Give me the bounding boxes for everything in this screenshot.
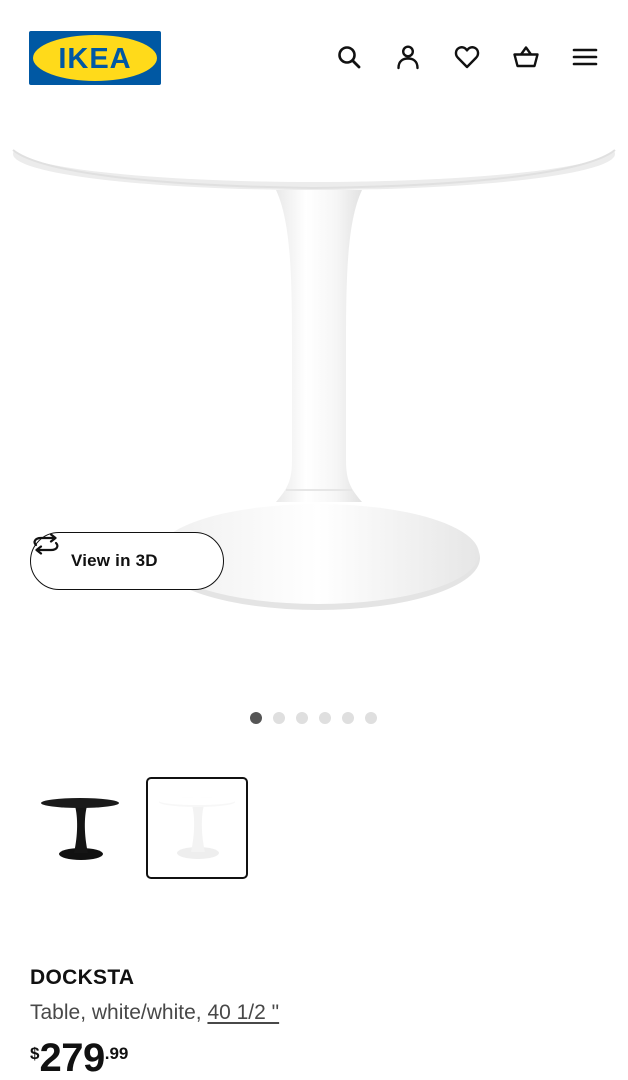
- carousel-dot[interactable]: [273, 712, 285, 724]
- view-in-3d-button[interactable]: View in 3D: [30, 532, 224, 590]
- logo-text: IKEA: [58, 43, 131, 75]
- price-decimal: .99: [104, 1044, 129, 1063]
- product-size-link[interactable]: 40 1/2 ": [207, 1001, 279, 1024]
- carousel-dot[interactable]: [296, 712, 308, 724]
- carousel-dot[interactable]: [250, 712, 262, 724]
- carousel-dot[interactable]: [365, 712, 377, 724]
- carousel-dot[interactable]: [342, 712, 354, 724]
- cart-icon[interactable]: [509, 40, 543, 74]
- product-description-text: Table, white/white,: [30, 1001, 208, 1024]
- menu-icon[interactable]: [568, 40, 602, 74]
- search-icon[interactable]: [332, 40, 366, 74]
- header-actions: [332, 40, 602, 74]
- product-main-image[interactable]: View in 3D: [0, 110, 628, 690]
- carousel-indicator: [250, 712, 377, 724]
- view-in-3d-label: View in 3D: [71, 551, 158, 570]
- carousel-dot[interactable]: [319, 712, 331, 724]
- account-icon[interactable]: [391, 40, 425, 74]
- variant-selector: [30, 777, 248, 879]
- product-price: $ 279 .99: [30, 1036, 128, 1080]
- price-currency: $: [30, 1044, 40, 1063]
- variant-thumb-black[interactable]: [30, 777, 132, 879]
- ikea-logo[interactable]: IKEA: [29, 31, 161, 85]
- header: IKEA: [0, 0, 628, 110]
- heart-icon[interactable]: [450, 40, 484, 74]
- product-description: Table, white/white, 40 1/2 ": [30, 1001, 279, 1025]
- product-name: DOCKSTA: [30, 966, 135, 989]
- variant-thumb-white[interactable]: [146, 777, 248, 879]
- price-integer: 279: [39, 1036, 105, 1080]
